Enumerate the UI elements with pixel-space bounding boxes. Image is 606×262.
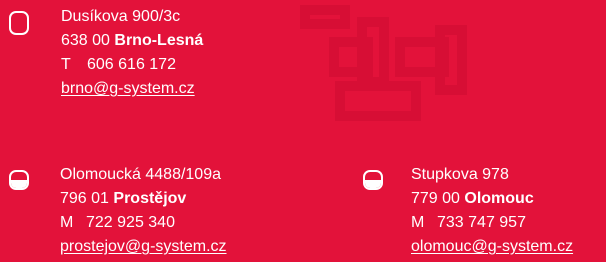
branch-phone: 722 925 340 bbox=[86, 214, 175, 231]
pipe-fitting-watermark-icon bbox=[300, 5, 467, 121]
phone-prefix: M bbox=[411, 214, 425, 231]
branch-city: Brno-Lesná bbox=[114, 32, 204, 49]
flag-white-icon bbox=[9, 11, 29, 35]
branch-phone-row: T 606 616 172 bbox=[61, 53, 203, 77]
branch-postal-city: 796 01 Prostějov bbox=[60, 187, 227, 211]
branch-street: Stupkova 978 bbox=[411, 166, 509, 183]
branch-email-link[interactable]: olomouc@g-system.cz bbox=[411, 238, 573, 255]
branch-postal-city: 638 00 Brno-Lesná bbox=[61, 29, 203, 53]
branch-street: Dusíkova 900/3c bbox=[61, 8, 181, 25]
branch-street: Olomoucká 4488/109a bbox=[60, 166, 221, 183]
branch-brno: Dusíkova 900/3c 638 00 Brno-Lesná T 606 6… bbox=[9, 5, 203, 101]
branch-phone: 733 747 957 bbox=[437, 214, 526, 231]
branch-postal: 796 01 bbox=[60, 190, 109, 207]
branch-postal: 638 00 bbox=[61, 32, 110, 49]
flag-half-white-icon bbox=[9, 170, 29, 190]
branch-phone-row: M 733 747 957 bbox=[411, 211, 573, 235]
branch-olomouc: Stupkova 978 779 00 Olomouc M 733 747 957… bbox=[363, 163, 573, 259]
branch-prostejov: Olomoucká 4488/109a 796 01 Prostějov M 72… bbox=[9, 163, 227, 259]
branch-city: Olomouc bbox=[464, 190, 534, 207]
branch-city: Prostějov bbox=[113, 190, 187, 207]
phone-prefix: M bbox=[60, 214, 74, 231]
branch-email-link[interactable]: prostejov@g-system.cz bbox=[60, 238, 227, 255]
phone-prefix: T bbox=[61, 56, 71, 73]
branch-email-link[interactable]: brno@g-system.cz bbox=[61, 80, 195, 97]
flag-half-white-icon bbox=[363, 170, 383, 190]
branch-phone: 606 616 172 bbox=[87, 56, 176, 73]
branch-phone-row: M 722 925 340 bbox=[60, 211, 227, 235]
branch-postal-city: 779 00 Olomouc bbox=[411, 187, 573, 211]
branch-postal: 779 00 bbox=[411, 190, 460, 207]
